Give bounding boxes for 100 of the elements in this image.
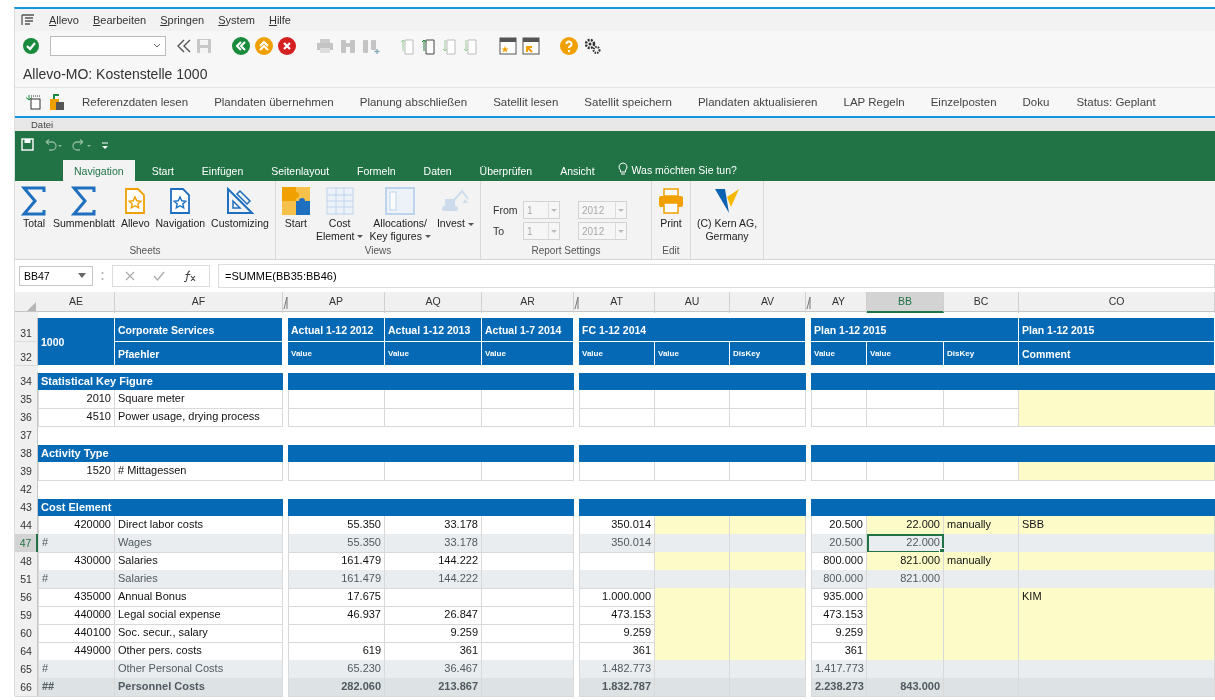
drag-handle-icon (101, 270, 104, 281)
check-icon[interactable] (23, 38, 39, 54)
header-cell: Value (867, 342, 944, 366)
ribbon-button[interactable]: Total (19, 183, 49, 232)
toolbar-button[interactable]: Einzelposten (921, 96, 1006, 108)
table-cell: 1.832.787 (579, 678, 655, 697)
header-cell: Actual 1-12 2012 (288, 318, 385, 342)
table-cell: 2.238.273 (811, 678, 867, 697)
row-number[interactable]: 32 (15, 342, 38, 366)
customize-icon[interactable] (101, 139, 109, 150)
header-cell: Value (482, 342, 574, 366)
toolbar-button[interactable]: Planung abschließen (350, 96, 477, 108)
table-cell: 350.014 (579, 534, 655, 553)
ribbon-button[interactable]: Navigation (153, 183, 208, 232)
row-number[interactable]: 66 (15, 678, 38, 697)
toolbar-button[interactable]: Referenzdaten lesen (73, 96, 198, 108)
ribbon-button[interactable]: Allevo (118, 183, 152, 232)
page-arrow-icon[interactable] (421, 37, 437, 55)
excavator-icon (440, 188, 471, 214)
header-cell: Value (288, 342, 385, 366)
screen-title: Allevo-MO: Kostenstelle 1000 (15, 61, 1215, 88)
binoculars-plus-icon[interactable] (362, 38, 380, 54)
ribbon-button[interactable]: Customizing (209, 183, 271, 232)
menu-item[interactable]: Bearbeiten (92, 14, 147, 26)
column-header[interactable]: AF (115, 292, 283, 313)
column-header[interactable]: CO (1019, 292, 1215, 313)
cancel-icon[interactable] (278, 37, 296, 55)
toolbar-button[interactable]: LAP Regeln (834, 96, 914, 108)
list-icon[interactable] (25, 94, 41, 110)
table-cell: Legal social expense (115, 606, 283, 625)
ribbon-tab[interactable]: Überprüfen (468, 160, 544, 181)
table-cell: Salaries (115, 570, 283, 589)
header-cell: Value (385, 342, 482, 366)
hidden-column-marker[interactable] (283, 296, 288, 309)
toolbar-button[interactable]: Satellit lesen (484, 96, 568, 108)
row-number[interactable]: 31 (15, 318, 38, 342)
redo-icon[interactable] (72, 138, 92, 151)
ribbon-tab[interactable]: Einfügen (190, 160, 255, 181)
header-cell: Plan 1-12 2015 (1019, 318, 1215, 342)
column-header[interactable]: BB (867, 292, 944, 313)
table-cell: Personnel Costs (115, 678, 283, 697)
table-cell: 282.060 (288, 678, 385, 697)
back-icon[interactable] (232, 37, 250, 55)
toolbar-button[interactable]: Plandaten übernehmen (205, 96, 343, 108)
table-cell: # Mittagessen (115, 462, 283, 481)
menu-item[interactable]: Hilfe (268, 14, 291, 26)
menu-item[interactable]: System (218, 14, 255, 26)
export-icon[interactable] (49, 93, 65, 111)
ribbon-tab[interactable]: Start (140, 160, 185, 181)
column-header[interactable]: AR (482, 292, 574, 313)
save-icon[interactable] (21, 138, 34, 151)
ribbon-button[interactable]: Start (279, 183, 312, 232)
panel-icon (385, 187, 416, 215)
formula-field[interactable]: =SUMME(BB35:BB46) (218, 263, 1215, 288)
column-header[interactable]: AQ (385, 292, 482, 313)
ribbon-tab[interactable]: Navigation (63, 160, 135, 181)
table-cell: Square meter (115, 390, 283, 409)
column-header[interactable]: BC (944, 292, 1019, 313)
settings-icon[interactable] (583, 37, 601, 55)
status-text: Status: Geplant (1075, 96, 1156, 108)
toolbar-button[interactable]: Satellit speichern (575, 96, 681, 108)
exit-icon[interactable] (255, 37, 273, 55)
column-header[interactable]: AT (579, 292, 655, 313)
table-cell: 1520 (38, 462, 115, 481)
file-tab[interactable]: Datei (31, 119, 54, 130)
menu-item[interactable]: Allevo (49, 14, 79, 26)
tell-me-field[interactable]: Was möchten Sie tun? (631, 164, 737, 181)
table-cell: Soc. secur., salary (115, 624, 283, 643)
select-all-icon[interactable] (27, 302, 36, 311)
ribbon-tab[interactable]: Formeln (346, 160, 407, 181)
ribbon-button[interactable]: (C) Kern AG, Germany (694, 183, 760, 244)
ribbon-button[interactable]: Summenblatt (51, 183, 117, 232)
double-chevron-icon[interactable] (177, 39, 191, 53)
column-header[interactable]: AE (38, 292, 115, 313)
table-cell: # (38, 570, 115, 589)
ribbon-button[interactable]: Print (655, 183, 686, 232)
menu-icon[interactable] (21, 14, 35, 26)
menu-item[interactable]: Springen (160, 14, 205, 26)
toolbar-button[interactable]: Doku (1013, 96, 1059, 108)
column-header[interactable]: AP (288, 292, 385, 313)
table-cell: Wages (115, 534, 283, 553)
group-label: Edit (661, 245, 681, 258)
toolbar-button[interactable]: Plandaten aktualisieren (688, 96, 827, 108)
undo-icon[interactable] (43, 138, 63, 151)
help-icon[interactable] (560, 37, 578, 55)
puzzle-icon (281, 187, 310, 215)
hidden-column-marker[interactable] (574, 296, 579, 309)
ribbon-tab[interactable]: Ansicht (549, 160, 606, 181)
field-label: From (492, 204, 517, 216)
star-document-icon (169, 187, 192, 215)
ribbon-tab[interactable]: Seitenlayout (260, 160, 341, 181)
name-box[interactable]: BB47 (19, 265, 93, 286)
column-header[interactable]: AV (730, 292, 806, 313)
check-icon[interactable] (153, 270, 165, 281)
close-icon[interactable] (125, 270, 135, 281)
command-field[interactable] (50, 36, 166, 56)
hidden-column-marker[interactable] (806, 296, 811, 309)
column-header[interactable]: AU (655, 292, 730, 313)
ribbon-tab[interactable]: Daten (412, 160, 463, 181)
function-icon[interactable] (183, 269, 197, 282)
